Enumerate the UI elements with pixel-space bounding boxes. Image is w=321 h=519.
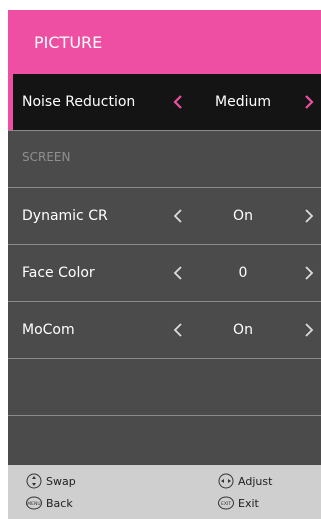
chevron-left-icon[interactable] (170, 94, 186, 110)
menu-item-value: On (233, 322, 253, 338)
menu-item-face-color[interactable]: Face Color 0 (8, 245, 321, 302)
menu-button-text: MENU (27, 501, 40, 507)
hint-back-label: Back (46, 496, 73, 510)
up-down-icon (26, 473, 42, 489)
section-header-row (8, 131, 321, 188)
left-right-icon (218, 473, 234, 489)
hint-adjust: Adjust (218, 473, 272, 489)
empty-row (8, 416, 321, 465)
hint-swap: Swap (26, 473, 76, 489)
chevron-right-icon[interactable] (301, 208, 317, 224)
hint-exit: EXIT Exit (218, 495, 259, 511)
chevron-right-icon[interactable] (301, 265, 317, 281)
menu-item-label: Dynamic CR (22, 208, 108, 224)
menu-item-value: On (233, 208, 253, 224)
button-hints-bar: Swap Adjust MENU Back EXIT Exit (8, 465, 321, 519)
menu-item-dynamic-cr[interactable]: Dynamic CR On (8, 188, 321, 245)
empty-row (8, 359, 321, 416)
chevron-left-icon[interactable] (170, 322, 186, 338)
menu-item-noise-reduction[interactable]: Noise Reduction Medium (8, 74, 321, 131)
chevron-right-icon[interactable] (301, 322, 317, 338)
chevron-right-icon[interactable] (301, 94, 317, 110)
menu-header: PICTURE (8, 10, 321, 74)
exit-button-icon: EXIT (218, 496, 234, 510)
menu-item-value: 0 (238, 265, 248, 281)
menu-item-label: MoCom (22, 322, 75, 338)
hint-back: MENU Back (26, 495, 73, 511)
chevron-left-icon[interactable] (170, 208, 186, 224)
picture-menu: PICTURE Noise Reduction Medium SCREEN Dy… (8, 10, 321, 519)
chevron-left-icon[interactable] (170, 265, 186, 281)
menu-item-mocom[interactable]: MoCom On (8, 302, 321, 359)
exit-button-text: EXIT (221, 501, 231, 507)
page-title: PICTURE (34, 32, 103, 52)
selection-indicator (8, 74, 13, 130)
hint-swap-label: Swap (46, 474, 76, 488)
menu-button-icon: MENU (26, 496, 42, 510)
menu-item-value: Medium (215, 94, 271, 110)
menu-item-label: Noise Reduction (22, 94, 136, 110)
hint-adjust-label: Adjust (238, 474, 273, 488)
hint-exit-label: Exit (238, 496, 259, 510)
menu-item-label: Face Color (22, 265, 95, 281)
